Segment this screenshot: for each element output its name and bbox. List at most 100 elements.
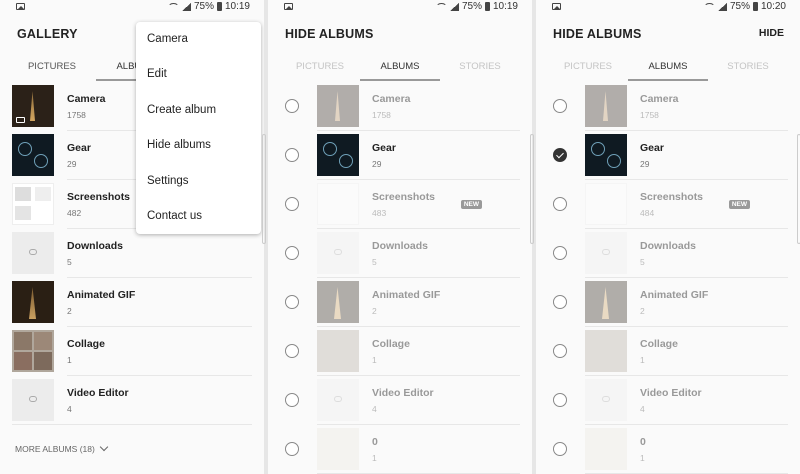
select-radio[interactable] (285, 442, 299, 456)
album-row[interactable]: Camera 1758 (536, 83, 800, 132)
album-thumbnail (12, 183, 54, 225)
menu-item-camera[interactable]: Camera (147, 33, 188, 45)
image-notification-icon (16, 3, 25, 10)
status-bar: 75% 10:20 (536, 0, 800, 16)
select-radio[interactable] (553, 246, 567, 260)
album-thumbnail (317, 85, 359, 127)
select-radio[interactable] (553, 393, 567, 407)
album-count: 5 (372, 257, 377, 267)
page-title: HIDE ALBUMS (285, 27, 374, 41)
album-row[interactable]: Animated GIF 2 (0, 279, 264, 328)
album-count: 1 (640, 453, 645, 463)
select-radio[interactable] (285, 99, 299, 113)
new-badge: NEW (728, 200, 750, 209)
album-count: 4 (372, 404, 377, 414)
cloud-icon (29, 249, 37, 255)
row-divider (317, 326, 520, 327)
select-radio[interactable] (285, 246, 299, 260)
select-radio[interactable] (553, 148, 567, 162)
album-thumbnail (585, 379, 627, 421)
album-thumbnail (585, 134, 627, 176)
album-thumbnail (12, 134, 54, 176)
album-thumbnail (12, 330, 54, 372)
overflow-menu: Camera Edit Create album Hide albums Set… (136, 22, 261, 234)
album-name: Screenshots (372, 191, 436, 203)
select-radio[interactable] (285, 344, 299, 358)
album-row[interactable]: 01 (536, 426, 800, 474)
album-row[interactable]: Collage 1 (536, 328, 800, 377)
signal-icon (717, 2, 727, 11)
row-divider (67, 277, 252, 278)
album-count: 29 (640, 159, 650, 169)
select-radio[interactable] (285, 295, 299, 309)
album-row[interactable]: Downloads 5 (268, 230, 532, 279)
album-name: Screenshots (67, 191, 131, 203)
album-name: Gear (372, 142, 396, 154)
album-row[interactable]: Animated GIF 2 (536, 279, 800, 328)
select-radio[interactable] (553, 197, 567, 211)
select-radio[interactable] (285, 197, 299, 211)
battery-percent: 75% (461, 1, 482, 12)
album-name: Gear (640, 142, 664, 154)
cloud-icon (602, 396, 610, 402)
album-count: 5 (67, 257, 72, 267)
cloud-icon (29, 396, 37, 402)
tab-bar: PICTURES ALBUMS STORIES (544, 58, 792, 81)
album-count: 2 (67, 306, 72, 316)
select-radio[interactable] (285, 393, 299, 407)
more-albums-button[interactable]: MORE ALBUMS (18) (15, 442, 109, 454)
album-row[interactable]: Screenshots 483 NEW (268, 181, 532, 230)
album-row[interactable]: Gear 29 (536, 132, 800, 181)
album-row[interactable]: Video Editor 4 (268, 377, 532, 426)
tab-albums: ALBUMS (380, 61, 420, 72)
select-radio[interactable] (553, 295, 567, 309)
album-row[interactable]: Collage 1 (0, 328, 264, 377)
row-divider (317, 424, 520, 425)
album-row[interactable]: Collage 1 (268, 328, 532, 377)
album-row[interactable]: Screenshots 484 NEW (536, 181, 800, 230)
clock: 10:20 (760, 1, 786, 12)
album-row[interactable]: Gear 29 (268, 132, 532, 181)
select-radio[interactable] (553, 344, 567, 358)
cloud-icon (334, 249, 342, 255)
album-name: Video Editor (67, 387, 129, 399)
album-row[interactable]: Video Editor 4 (0, 377, 264, 426)
album-thumbnail (585, 85, 627, 127)
album-row[interactable]: Animated GIF 2 (268, 279, 532, 328)
active-tab-indicator (360, 79, 440, 81)
menu-item-contact-us[interactable]: Contact us (147, 210, 202, 222)
select-radio[interactable] (553, 442, 567, 456)
menu-item-create-album[interactable]: Create album (147, 104, 216, 116)
scroll-edge (262, 134, 266, 244)
album-name: Downloads (372, 240, 429, 252)
status-bar: 75% 10:19 (0, 0, 264, 16)
album-count: 29 (67, 159, 77, 169)
album-row[interactable]: Downloads 5 (0, 230, 264, 279)
album-row[interactable]: Downloads 5 (536, 230, 800, 279)
select-radio[interactable] (285, 148, 299, 162)
album-name: Camera (640, 93, 679, 105)
menu-item-hide-albums[interactable]: Hide albums (147, 139, 211, 151)
album-name: Animated GIF (372, 289, 441, 301)
album-thumbnail (317, 379, 359, 421)
album-thumbnail (12, 281, 54, 323)
tab-pictures: PICTURES (295, 61, 345, 72)
select-radio[interactable] (553, 99, 567, 113)
album-row[interactable]: Video Editor 4 (536, 377, 800, 426)
album-name: Downloads (67, 240, 124, 252)
album-row[interactable]: 01 (268, 426, 532, 474)
album-thumbnail (585, 232, 627, 274)
hide-button[interactable]: HIDE (759, 27, 784, 39)
battery-icon (484, 2, 490, 11)
album-name: Screenshots (640, 191, 704, 203)
menu-item-settings[interactable]: Settings (147, 175, 189, 187)
tab-pictures[interactable]: PICTURES (12, 61, 92, 72)
album-row[interactable]: Camera 1758 (268, 83, 532, 132)
menu-item-edit[interactable]: Edit (147, 68, 167, 80)
album-name: 0 (372, 436, 378, 448)
album-thumbnail (317, 134, 359, 176)
album-count: 29 (372, 159, 382, 169)
clock: 10:19 (224, 1, 250, 12)
hide-albums-panel: 75% 10:19 HIDE ALBUMS PICTURES ALBUMS ST… (268, 0, 532, 474)
battery-icon (752, 2, 758, 11)
